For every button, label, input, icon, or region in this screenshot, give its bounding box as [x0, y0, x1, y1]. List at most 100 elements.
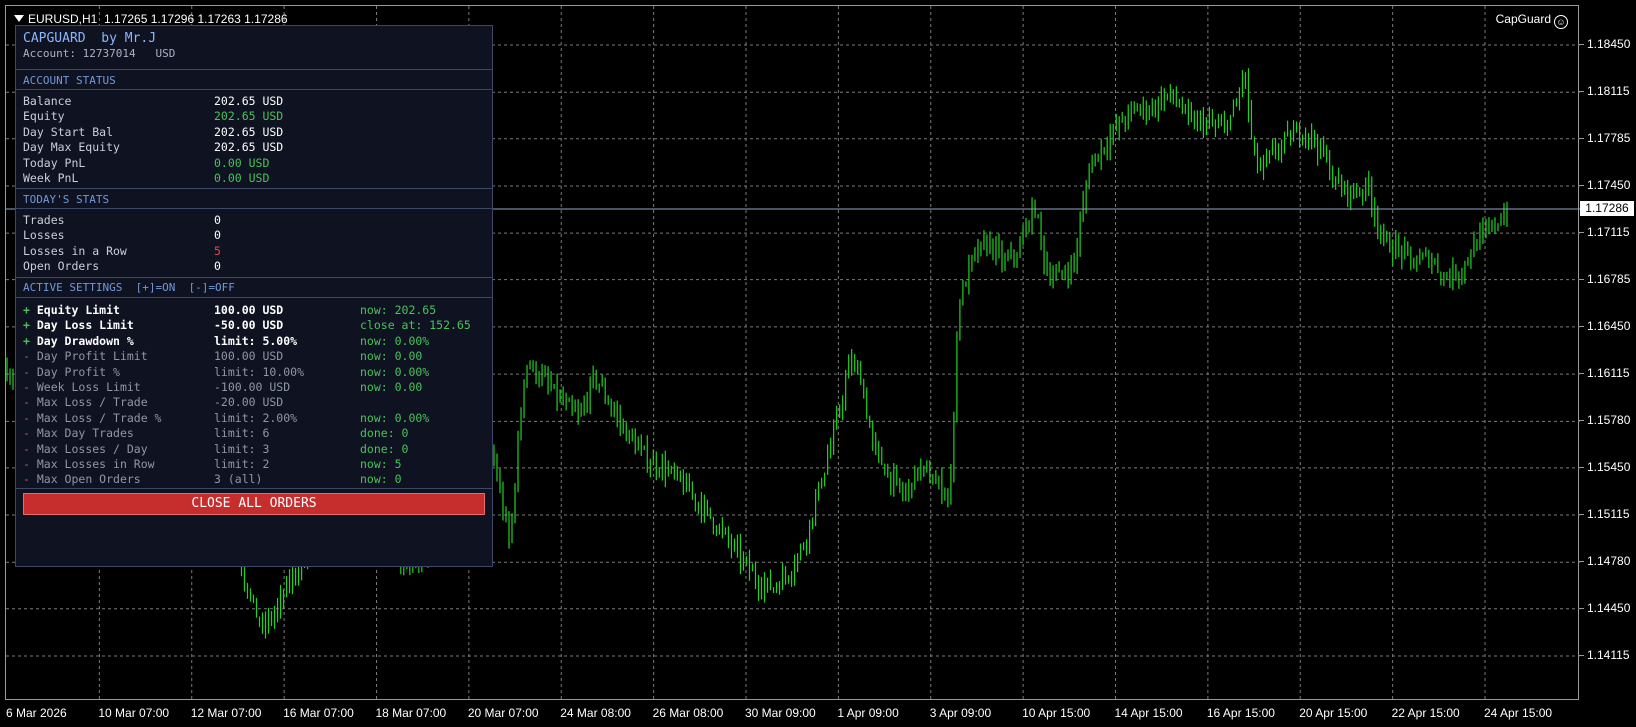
price-tick-label: 1.15115: [1587, 507, 1630, 522]
symbol-header: EURUSD,H1 1.17265 1.17296 1.17263 1.1728…: [14, 12, 288, 26]
price-tick-label: 1.17450: [1587, 177, 1631, 192]
setting-row: - Week Loss Limit -100.00 USD now: 0.00: [23, 380, 483, 396]
time-tick-label: 14 Apr 15:00: [1114, 706, 1183, 720]
row-status: close at: 152.65: [360, 318, 471, 333]
toggle-mark: +: [23, 318, 30, 333]
price-tick-mark: [1579, 184, 1584, 186]
toggle-mark: -: [23, 364, 30, 379]
brand-label[interactable]: CapGuard ☺: [1496, 12, 1568, 29]
setting-row: - Max Losses in Row limit: 2 now: 5: [23, 457, 483, 473]
toggle-mark: +: [23, 303, 30, 317]
time-axis[interactable]: 6 Mar 2026 10 Mar 07:00 12 Mar 07:00 16 Mar…: [0, 700, 1636, 727]
account-status-row: Balance 202.65 USD: [23, 94, 483, 110]
price-tick-label: 1.16450: [1587, 318, 1631, 333]
price-tick-label: 1.16115: [1587, 366, 1630, 381]
row-value: 202.65 USD: [214, 94, 284, 108]
divider: [16, 277, 492, 278]
price-tick-label: 1.15450: [1587, 459, 1631, 474]
price-tick-mark: [1579, 325, 1584, 327]
row-value: 5: [214, 243, 221, 258]
setting-row: - Max Losses / Day limit: 3 done: 0: [23, 442, 483, 458]
row-label: - Day Profit %: [23, 364, 120, 379]
account-status-row: Day Max Equity 202.65 USD: [23, 140, 483, 156]
setting-row: + Equity Limit 100.00 USD now: 202.65: [23, 303, 483, 319]
ohlc-values: 1.17265 1.17296 1.17263 1.17286: [104, 12, 288, 26]
row-value: 202.65 USD: [214, 140, 284, 155]
account-status-row: Day Start Bal 202.65 USD: [23, 125, 483, 141]
account-status-row: Equity 202.65 USD: [23, 109, 483, 125]
row-status: now: 0.00%: [360, 364, 430, 379]
row-label: - Max Open Orders: [23, 472, 141, 487]
time-tick-label: 10 Mar 07:00: [98, 706, 170, 720]
price-tick-mark: [1579, 514, 1584, 516]
row-label: Week PnL: [23, 171, 79, 185]
time-tick-label: 20 Mar 07:00: [467, 706, 539, 720]
row-value: 202.65 USD: [214, 124, 284, 139]
row-value: 0: [214, 213, 221, 227]
row-value: limit: 10.00%: [214, 364, 305, 379]
row-value: 0: [214, 228, 221, 243]
row-status: now: 0.00%: [360, 333, 430, 348]
row-label: Losses: [23, 228, 65, 243]
toggle-mark: -: [23, 441, 30, 456]
setting-row: + Day Drawdown % limit: 5.00% now: 0.00%: [23, 334, 483, 350]
row-value: limit: 2.00%: [214, 410, 298, 425]
chevron-down-icon[interactable]: [14, 15, 24, 22]
row-label: Equity: [23, 109, 65, 124]
price-axis[interactable]: 1.18450 1.18115 1.17785 1.17450 1.17115 1.167…: [1579, 5, 1636, 700]
close-all-orders-button[interactable]: CLOSE ALL ORDERS: [23, 493, 485, 515]
price-tick-label: 1.14780: [1587, 554, 1631, 569]
price-tick-label: 1.17115: [1587, 225, 1630, 240]
smiley-icon: ☺: [1554, 15, 1568, 29]
price-tick-mark: [1579, 607, 1584, 609]
toggle-mark: -: [23, 349, 30, 364]
toggle-mark: -: [23, 380, 30, 394]
section-todays-stats: TODAY'S STATS: [23, 193, 110, 206]
row-label: - Day Profit Limit: [23, 349, 148, 364]
setting-row: - Max Loss / Trade -20.00 USD: [23, 395, 483, 411]
row-label: + Day Drawdown %: [23, 333, 134, 348]
row-label: - Max Losses / Day: [23, 441, 148, 456]
time-tick-label: 24 Mar 08:00: [560, 706, 631, 720]
time-tick-label: 20 Apr 15:00: [1299, 706, 1368, 720]
section-account-status: ACCOUNT STATUS: [23, 74, 116, 87]
row-label: Losses in a Row: [23, 243, 127, 258]
setting-row: - Day Profit Limit 100.00 USD now: 0.00: [23, 349, 483, 365]
setting-row: - Max Loss / Trade % limit: 2.00% now: 0.0…: [23, 411, 483, 427]
row-value: limit: 3: [214, 441, 270, 456]
divider: [16, 89, 492, 90]
row-label: Open Orders: [23, 259, 100, 274]
price-tick-label: 1.15780: [1587, 413, 1631, 428]
row-status: now: 0.00: [360, 380, 423, 394]
toggle-mark: -: [23, 457, 30, 471]
price-tick-mark: [1579, 373, 1584, 375]
row-value: -100.00 USD: [214, 380, 291, 394]
row-value: limit: 6: [214, 426, 270, 441]
price-tick-label: 1.17785: [1587, 130, 1631, 145]
todays-stats-row: Open Orders 0: [23, 259, 483, 275]
toggle-mark: -: [23, 410, 30, 425]
row-label: - Max Loss / Trade %: [23, 410, 162, 425]
brand-name: CapGuard: [1495, 12, 1551, 26]
price-tick-label: 1.16785: [1587, 271, 1631, 286]
row-label: Day Max Equity: [23, 140, 120, 155]
row-label: + Day Loss Limit: [23, 318, 134, 333]
time-tick-label: 1 Apr 09:00: [837, 706, 899, 720]
time-tick-label: 12 Mar 07:00: [190, 706, 262, 720]
row-value: -50.00 USD: [214, 318, 284, 333]
price-tick-mark: [1579, 420, 1584, 422]
toggle-mark: -: [23, 426, 30, 441]
time-tick-label: 26 Mar 08:00: [652, 706, 724, 720]
divider: [16, 188, 492, 189]
row-label: Trades: [23, 213, 65, 227]
time-tick-label: 6 Mar 2026: [6, 706, 67, 720]
time-tick-label: 10 Apr 15:00: [1022, 706, 1091, 720]
price-tick-mark: [1579, 466, 1584, 468]
price-tick-mark: [1579, 137, 1584, 139]
row-value: 0.00 USD: [214, 155, 270, 170]
row-value: 100.00 USD: [214, 303, 284, 317]
row-label: + Equity Limit: [23, 303, 120, 317]
divider: [16, 69, 492, 70]
time-tick-label: 30 Mar 09:00: [745, 706, 816, 720]
account-status-row: Week PnL 0.00 USD: [23, 171, 483, 187]
